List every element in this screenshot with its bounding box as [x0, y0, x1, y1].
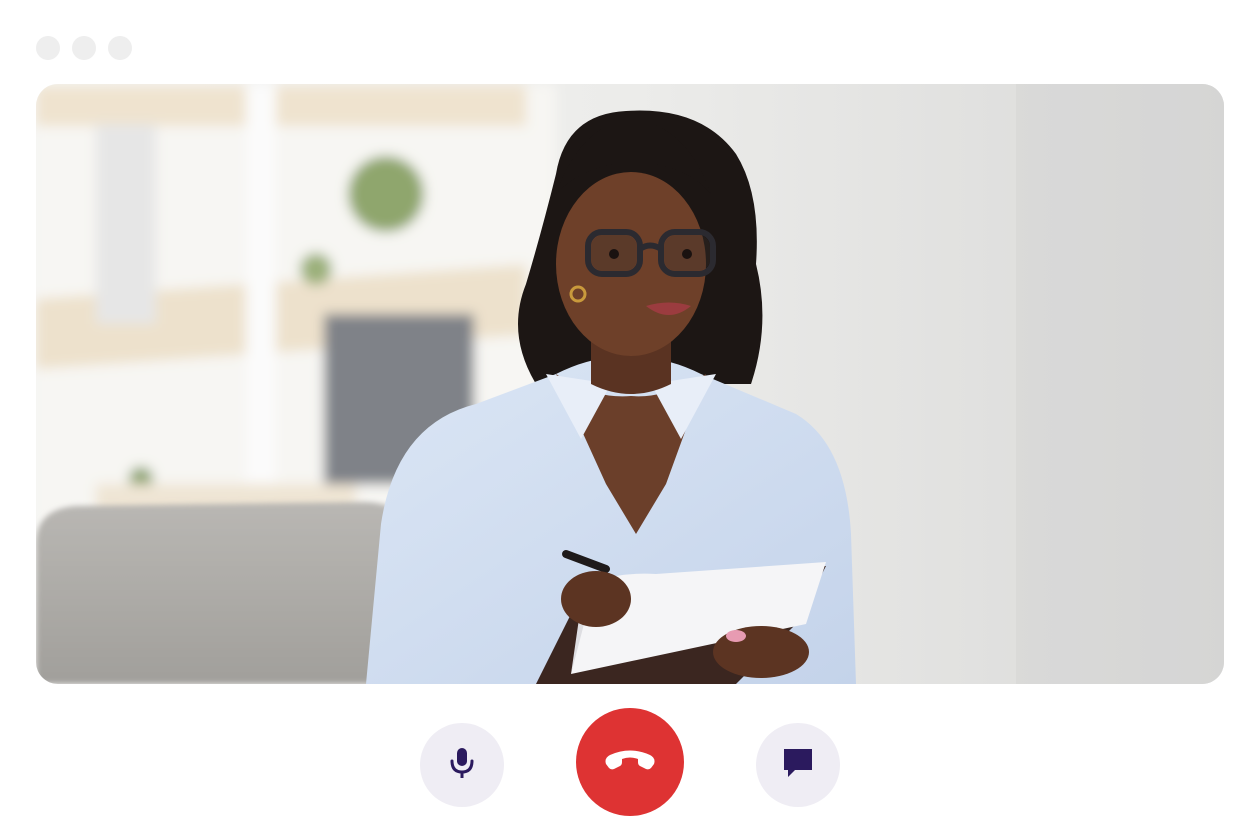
participant-video-image	[36, 84, 1224, 684]
participant-video	[36, 84, 1224, 684]
chat-button[interactable]	[756, 723, 840, 807]
window-dot-close[interactable]	[36, 36, 60, 60]
end-call-button[interactable]	[576, 708, 684, 816]
window-controls	[36, 36, 132, 60]
window-dot-maximize[interactable]	[108, 36, 132, 60]
window-dot-minimize[interactable]	[72, 36, 96, 60]
microphone-icon	[448, 746, 476, 785]
phone-hangup-icon	[602, 748, 658, 777]
mute-button[interactable]	[420, 723, 504, 807]
chat-bubble-icon	[782, 747, 814, 784]
call-controls	[0, 708, 1260, 816]
